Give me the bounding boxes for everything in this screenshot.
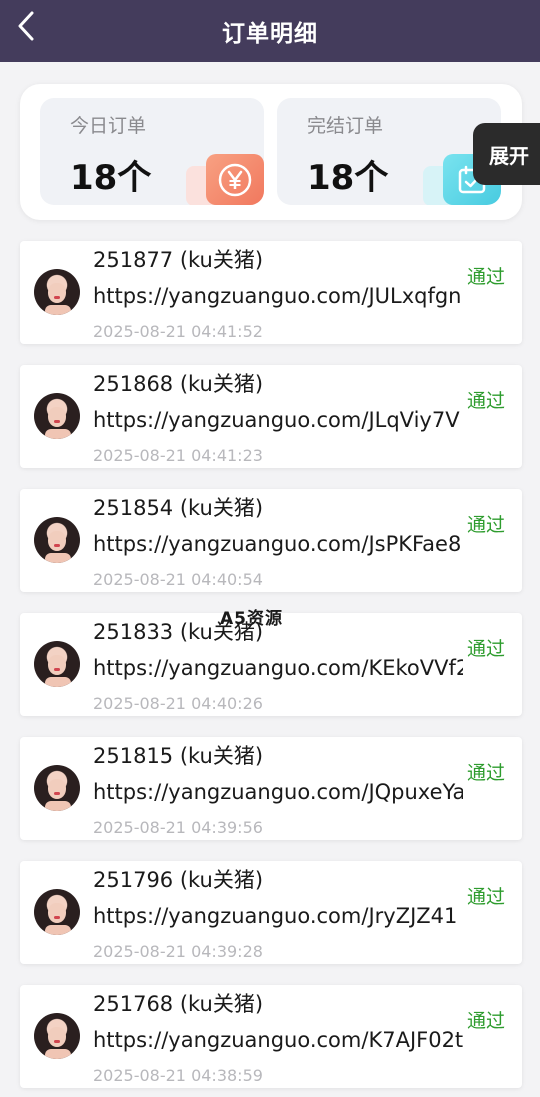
today-orders-stat: 今日订单 18个 bbox=[40, 98, 264, 205]
order-time: 2025-08-21 04:39:28 bbox=[93, 942, 263, 961]
order-url: https://yangzuanguo.com/K7AJF02t bbox=[93, 1028, 463, 1052]
order-item[interactable]: 251877 (ku关猪) https://yangzuanguo.com/JU… bbox=[20, 241, 522, 344]
order-url: https://yangzuanguo.com/JLqViy7V bbox=[93, 408, 460, 432]
order-id: 251815 (ku关猪) bbox=[93, 744, 264, 768]
order-url: https://yangzuanguo.com/JQpuxeYa bbox=[93, 780, 463, 804]
order-id: 251768 (ku关猪) bbox=[93, 992, 264, 1016]
today-orders-value: 18个 bbox=[70, 158, 152, 198]
order-item[interactable]: 251815 (ku关猪) https://yangzuanguo.com/JQ… bbox=[20, 737, 522, 840]
order-item[interactable]: 251854 (ku关猪) https://yangzuanguo.com/Js… bbox=[20, 489, 522, 592]
completed-orders-label: 完结订单 bbox=[307, 115, 384, 137]
order-time: 2025-08-21 04:41:52 bbox=[93, 322, 263, 341]
order-time: 2025-08-21 04:40:54 bbox=[93, 570, 263, 589]
order-status-approve[interactable]: 通过 bbox=[467, 386, 505, 413]
order-status-approve[interactable]: 通过 bbox=[467, 758, 505, 785]
order-item[interactable]: 251868 (ku关猪) https://yangzuanguo.com/JL… bbox=[20, 365, 522, 468]
back-button[interactable] bbox=[6, 6, 46, 46]
avatar bbox=[34, 393, 80, 439]
yen-coin-icon bbox=[186, 154, 264, 205]
chevron-left-icon bbox=[18, 11, 34, 41]
order-time: 2025-08-21 04:41:23 bbox=[93, 446, 263, 465]
order-id: 251868 (ku关猪) bbox=[93, 372, 264, 396]
order-id: 251796 (ku关猪) bbox=[93, 868, 264, 892]
order-status-approve[interactable]: 通过 bbox=[467, 882, 505, 909]
avatar bbox=[34, 889, 80, 935]
page-title: 订单明细 bbox=[222, 21, 318, 47]
order-status-approve[interactable]: 通过 bbox=[467, 634, 505, 661]
avatar bbox=[34, 269, 80, 315]
completed-orders-stat: 完结订单 18个 bbox=[277, 98, 501, 205]
order-item[interactable]: 251796 (ku关猪) https://yangzuanguo.com/Jr… bbox=[20, 861, 522, 964]
avatar bbox=[34, 765, 80, 811]
top-bar: 订单明细 bbox=[0, 0, 540, 62]
avatar bbox=[34, 517, 80, 563]
order-url: https://yangzuanguo.com/JryZJZ41 bbox=[93, 904, 458, 928]
avatar bbox=[34, 1013, 80, 1059]
order-summary-card: 今日订单 18个 完结订单 18个 bbox=[20, 84, 522, 220]
today-orders-label: 今日订单 bbox=[70, 115, 147, 137]
order-status-approve[interactable]: 通过 bbox=[467, 262, 505, 289]
order-item[interactable]: 251768 (ku关猪) https://yangzuanguo.com/K7… bbox=[20, 985, 522, 1088]
order-status-approve[interactable]: 通过 bbox=[467, 510, 505, 537]
order-url: https://yangzuanguo.com/JsPKFae8 bbox=[93, 532, 462, 556]
order-id: 251877 (ku关猪) bbox=[93, 248, 264, 272]
order-time: 2025-08-21 04:39:56 bbox=[93, 818, 263, 837]
watermark-text: A5资源 bbox=[220, 609, 283, 629]
order-url: https://yangzuanguo.com/JULxqfgn bbox=[93, 284, 462, 308]
order-url: https://yangzuanguo.com/KEkoVVf2 bbox=[93, 656, 463, 680]
order-status-approve[interactable]: 通过 bbox=[467, 1006, 505, 1033]
order-id: 251854 (ku关猪) bbox=[93, 496, 264, 520]
completed-orders-value: 18个 bbox=[307, 158, 389, 198]
avatar bbox=[34, 641, 80, 687]
expand-button[interactable]: 展开 bbox=[473, 123, 540, 185]
order-time: 2025-08-21 04:40:26 bbox=[93, 694, 263, 713]
order-time: 2025-08-21 04:38:59 bbox=[93, 1066, 263, 1085]
